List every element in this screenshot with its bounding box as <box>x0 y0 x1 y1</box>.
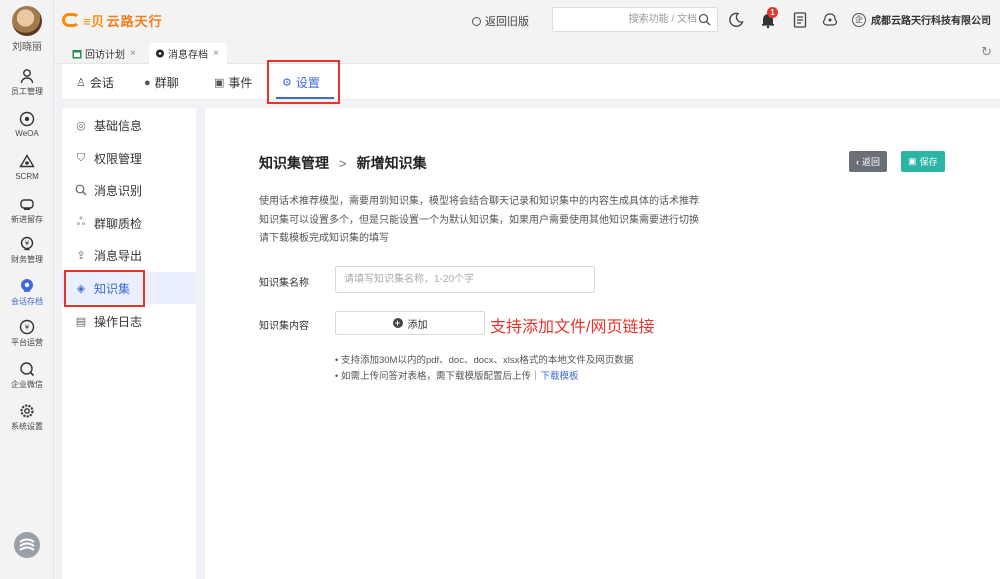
menu-item-knowledge-set[interactable]: ◈ 知识集 <box>62 272 196 304</box>
back-to-old-version-link[interactable]: 返回旧版 <box>472 13 529 29</box>
menu-item-operation-log[interactable]: ▤ 操作日志 <box>62 305 196 337</box>
rail-item-weoa[interactable]: WeOA <box>0 111 54 138</box>
chat-archive-icon <box>156 49 164 57</box>
rail-item-chat-archive[interactable]: 会话存档 <box>0 278 54 307</box>
plus-icon: + <box>392 318 403 328</box>
svg-text:¥: ¥ <box>25 324 30 332</box>
svg-text:¥: ¥ <box>25 240 30 248</box>
search-basic-icon: ◎ <box>76 119 86 132</box>
notification-bell[interactable]: 1 <box>759 7 778 29</box>
retention-icon <box>20 199 34 210</box>
weoa-icon <box>19 111 35 127</box>
rail-item-retention[interactable]: 新进留存 <box>0 196 54 225</box>
avatar[interactable] <box>12 6 42 36</box>
note-1: • 支持添加30M以内的pdf、doc、docx、xlsx格式的本地文件及网页数… <box>335 355 634 366</box>
moon-icon[interactable] <box>727 11 745 29</box>
gear-icon <box>20 404 34 418</box>
user-name: 刘晓丽 <box>12 42 42 53</box>
description-line-1: 使用话术推荐模型，需要用到知识集，模型将会结合聊天记录和知识集中的内容生成具体的… <box>259 196 699 207</box>
add-content-button[interactable]: + 添加 <box>335 311 485 335</box>
content-label: 知识集内容 <box>259 321 309 332</box>
download-template-link[interactable]: 下载模板 <box>540 371 578 382</box>
chevron-left-icon: ‹ <box>856 156 859 167</box>
breadcrumb-separator: > <box>339 155 347 171</box>
close-icon[interactable]: × <box>213 48 219 59</box>
subnav-settings[interactable]: ⚙ 设置 <box>282 74 320 91</box>
export-icon: ⇪ <box>76 249 86 262</box>
subnav-session[interactable]: ♙ 会话 <box>76 74 114 91</box>
menu-item-basic-info[interactable]: ◎ 基础信息 <box>62 109 196 141</box>
subnav-active-indicator <box>276 97 334 99</box>
sub-nav: ♙ 会话 ● 群聊 ▣ 事件 ⚙ 设置 <box>62 64 1000 100</box>
search-input[interactable] <box>559 11 697 28</box>
group-icon: ஃ <box>76 216 86 228</box>
save-button[interactable]: ▣ 保存 <box>901 151 945 172</box>
menu-item-message-export[interactable]: ⇪ 消息导出 <box>62 239 196 271</box>
scrm-icon <box>19 154 35 168</box>
menu-item-group-qc[interactable]: ஃ 群聊质检 <box>62 207 196 239</box>
calendar-icon <box>72 49 82 58</box>
back-button[interactable]: ‹ 返回 <box>849 151 888 172</box>
breadcrumb: 知识集管理 > 新增知识集 <box>259 153 427 173</box>
group-chat-icon: ● <box>144 76 151 89</box>
company-switcher[interactable]: 企 成都云路天行科技有限公司 <box>852 12 991 27</box>
person-icon: ♙ <box>76 77 86 89</box>
assistant-icon[interactable] <box>14 532 40 558</box>
back-old-icon <box>472 16 481 26</box>
rail-item-platform[interactable]: ¥ 平台运营 <box>0 319 54 348</box>
logo-mark-icon <box>62 13 80 27</box>
breadcrumb-parent[interactable]: 知识集管理 <box>259 153 329 173</box>
rail-item-wechat-work[interactable]: 企业微信 <box>0 361 54 390</box>
top-bar: ≡贝 云路天行 返回旧版 1 企 成都云路天行科技有限公司 <box>54 0 1000 40</box>
search-icon[interactable] <box>698 13 711 26</box>
tab-message-archive[interactable]: 消息存档 × <box>149 43 227 64</box>
subnav-event[interactable]: ▣ 事件 <box>214 74 252 91</box>
rail-item-finance[interactable]: ¥ 财务管理 <box>0 236 54 265</box>
description-line-3: 请下载模板完成知识集的填写 <box>259 233 389 244</box>
menu-item-permissions[interactable]: ⛉ 权限管理 <box>62 142 196 174</box>
global-search[interactable] <box>552 7 718 32</box>
search-icon <box>75 184 87 196</box>
logo-brand: ≡贝 <box>83 13 105 29</box>
name-label: 知识集名称 <box>259 278 309 289</box>
description-line-2: 知识集可以设置多个，但是只能设置一个为默认知识集，如果用户需要使用其他知识集需要… <box>259 215 699 226</box>
rail-item-scrm[interactable]: SCRM <box>0 154 54 181</box>
notification-badge: 1 <box>767 7 778 18</box>
platform-icon: ¥ <box>19 319 35 335</box>
page-tabs-bar: 回访计划 × 消息存档 × ↻ <box>54 40 1000 64</box>
settings-icon: ⚙ <box>282 77 292 89</box>
finance-icon: ¥ <box>20 236 34 251</box>
knowledge-icon: ◈ <box>76 282 86 295</box>
refresh-icon[interactable]: ↻ <box>981 44 992 60</box>
document-icon[interactable] <box>791 11 809 29</box>
logo[interactable]: ≡贝 云路天行 <box>62 9 163 31</box>
annotation-text: 支持添加文件/网页链接 <box>490 319 655 336</box>
settings-side-menu: ◎ 基础信息 ⛉ 权限管理 消息识别 ஃ 群聊质检 ⇪ 消息导出 ◈ 知识集 ▤… <box>62 108 196 579</box>
rail-item-staff[interactable]: 员工管理 <box>0 68 54 97</box>
upload-notes: • 支持添加30M以内的pdf、doc、docx、xlsx格式的本地文件及网页数… <box>335 352 633 384</box>
logo-text: 云路天行 <box>106 13 163 29</box>
save-icon: ▣ <box>908 156 917 166</box>
shield-icon: ⛉ <box>76 151 86 164</box>
event-icon: ▣ <box>214 77 225 89</box>
rail-item-settings[interactable]: 系统设置 <box>0 403 54 432</box>
brain-icon[interactable] <box>821 11 839 29</box>
left-rail: 刘晓丽 员工管理 WeOA SCRM 新进留存 ¥ 财务管理 会话存档 ¥ 平台… <box>0 0 54 579</box>
person-icon <box>20 69 34 84</box>
main-panel: 知识集管理 > 新增知识集 ‹ 返回 ▣ 保存 使用话术推荐模型，需要用到知识集… <box>205 108 1000 579</box>
breadcrumb-current: 新增知识集 <box>356 155 427 171</box>
enterprise-icon: 企 <box>852 12 866 27</box>
knowledge-set-name-input[interactable] <box>335 266 595 293</box>
menu-item-message-recognition[interactable]: 消息识别 <box>62 174 196 206</box>
log-icon: ▤ <box>75 315 87 328</box>
tab-visit-plan[interactable]: 回访计划 × <box>66 43 144 64</box>
note-2: • 如需上传问答对表格，需下载模版配置后上传｜下载模板 <box>335 371 579 382</box>
chat-archive-icon <box>21 279 33 292</box>
wechat-work-icon <box>20 362 35 377</box>
subnav-group-chat[interactable]: ● 群聊 <box>144 74 179 91</box>
close-icon[interactable]: × <box>130 48 136 59</box>
